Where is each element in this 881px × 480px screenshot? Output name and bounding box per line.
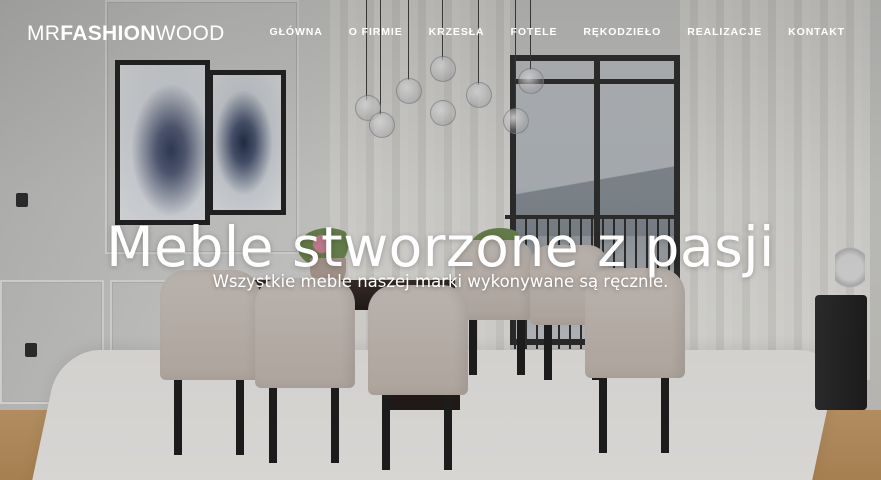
nav-item-kontakt[interactable]: KONTAKT xyxy=(788,26,845,38)
nav-item-krzesla[interactable]: KRZESŁA xyxy=(429,26,485,38)
logo-main: FASHION xyxy=(60,22,156,45)
nav-item-rekodzielo[interactable]: RĘKODZIEŁO xyxy=(583,26,661,38)
hero-title: Meble stworzone z pasji xyxy=(106,214,775,279)
hero-subtitle: Wszystkie meble naszej marki wykonywane … xyxy=(212,271,669,291)
site-header: MRFASHIONWOOD GŁÓWNA O FIRMIE KRZESŁA FO… xyxy=(0,0,881,66)
logo-prefix: MR xyxy=(27,22,61,45)
nav-item-glowna[interactable]: GŁÓWNA xyxy=(270,26,323,38)
main-nav: GŁÓWNA O FIRMIE KRZESŁA FOTELE RĘKODZIEŁ… xyxy=(270,26,845,38)
logo-suffix: WOOD xyxy=(155,22,225,45)
nav-item-fotele[interactable]: FOTELE xyxy=(511,26,558,38)
nav-item-realizacje[interactable]: REALIZACJE xyxy=(687,26,762,38)
site-logo[interactable]: MRFASHIONWOOD xyxy=(27,22,225,46)
nav-item-o-firmie[interactable]: O FIRMIE xyxy=(349,26,403,38)
